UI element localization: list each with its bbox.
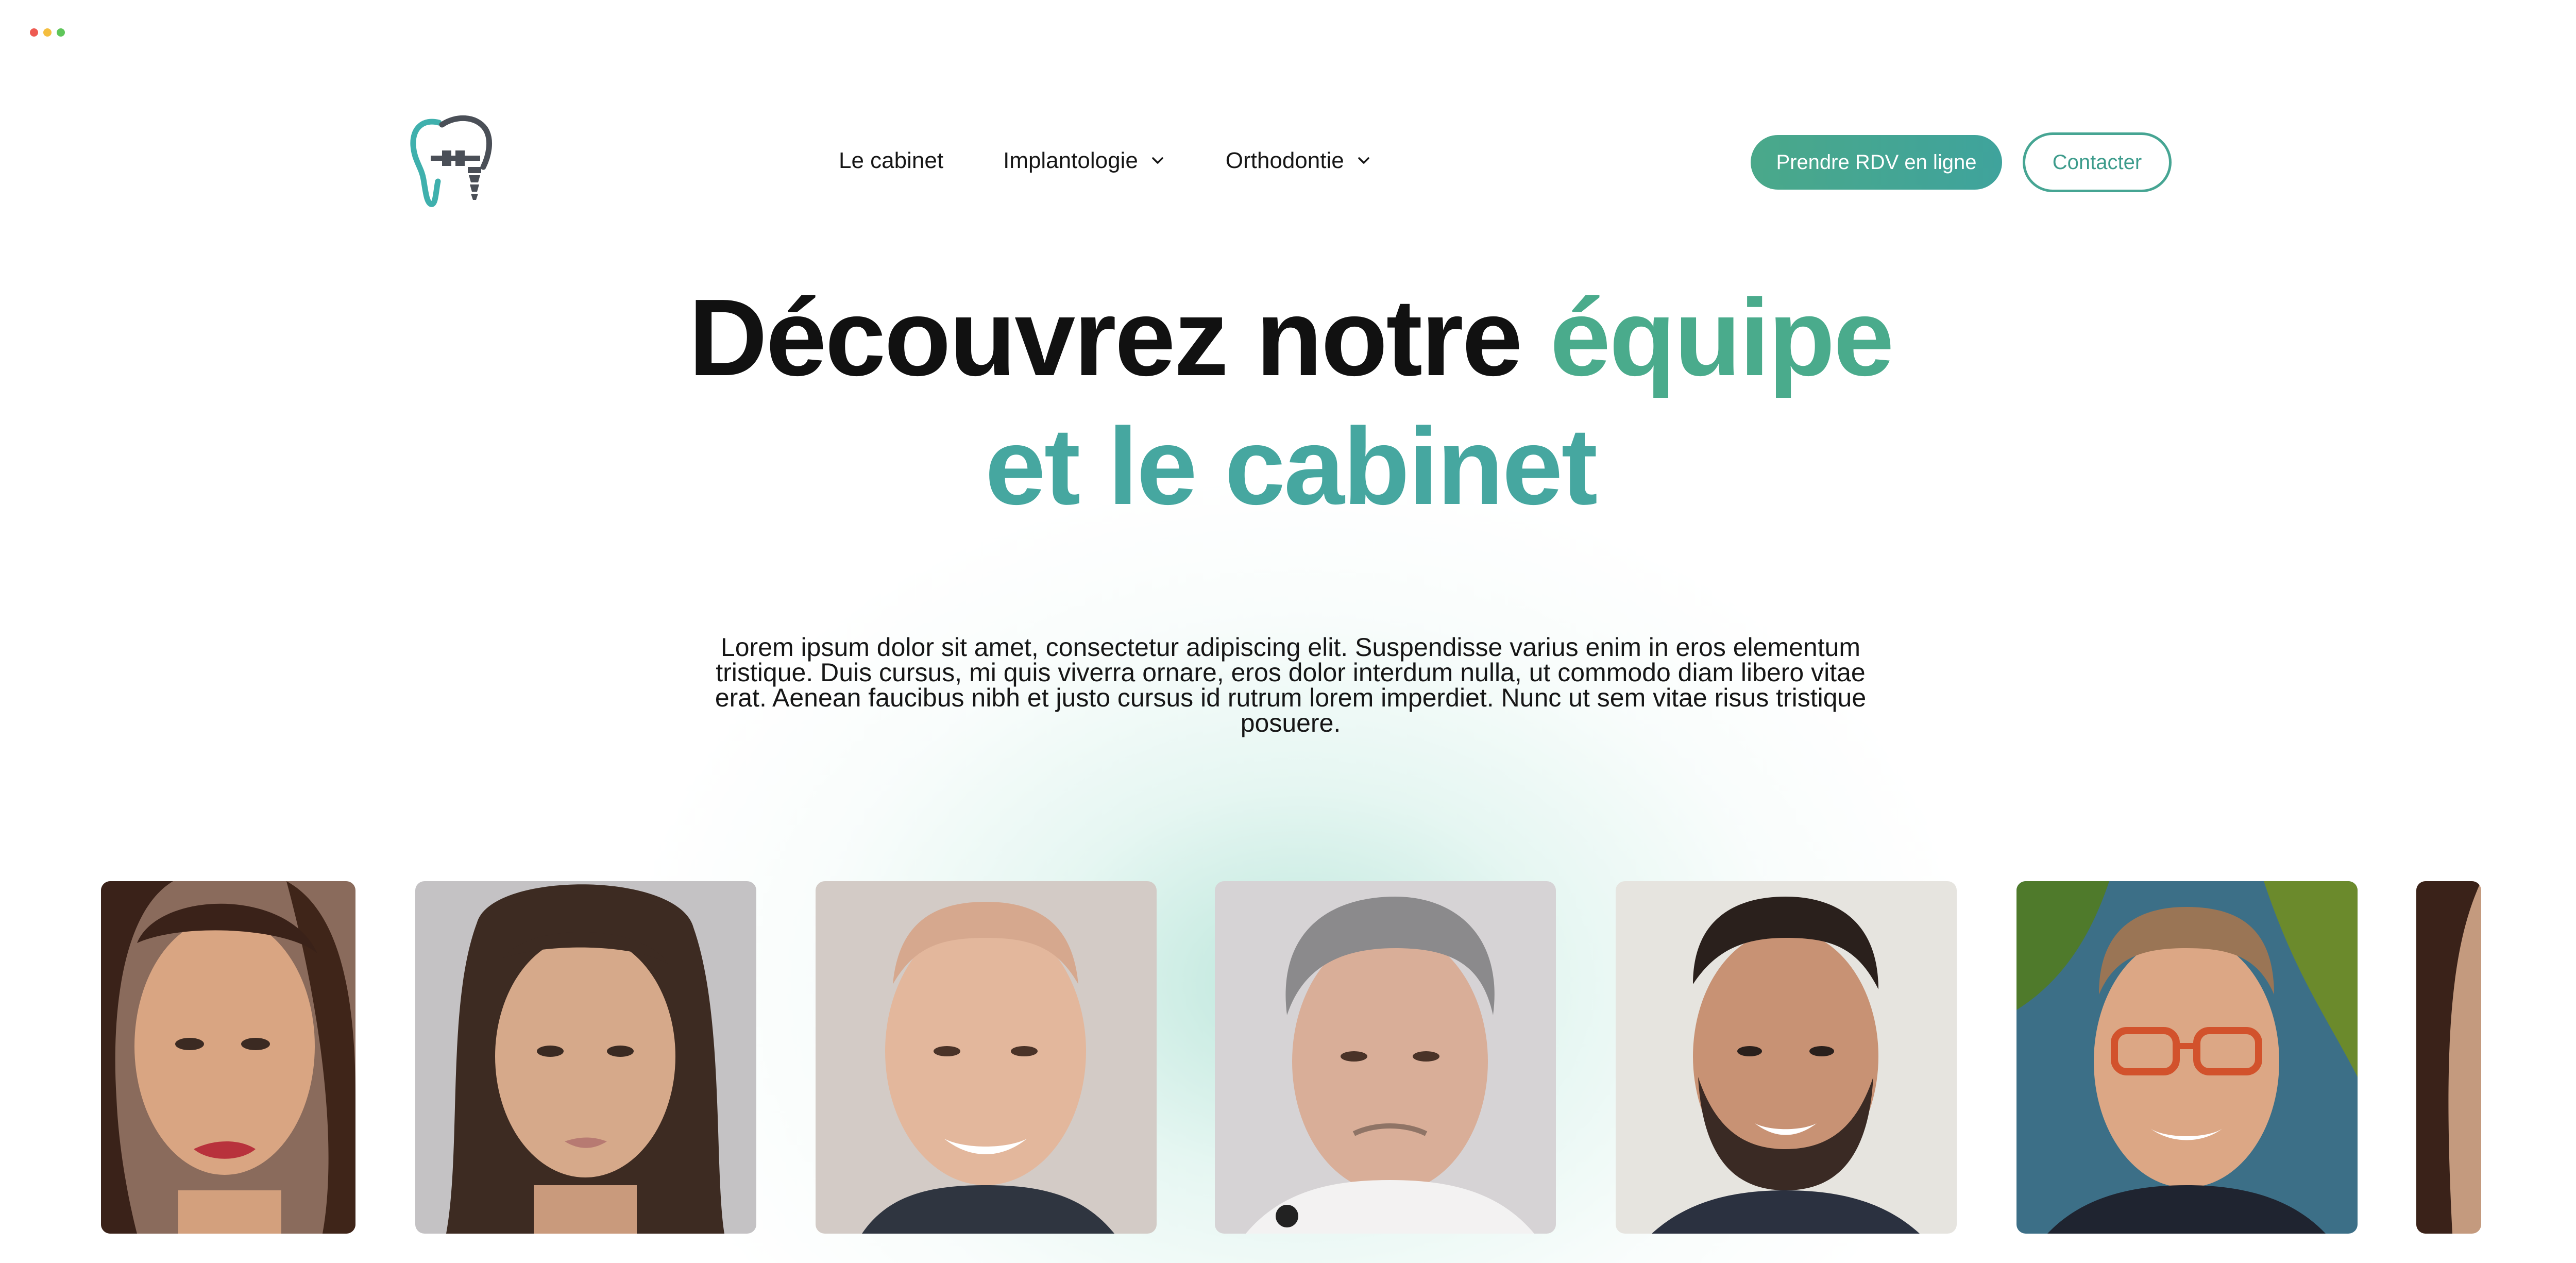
man-glasses-photo[interactable] [2016, 881, 2358, 1234]
minimize-dot[interactable] [43, 28, 52, 37]
team-carousel[interactable] [0, 881, 2576, 1234]
nav-item-orthodontie[interactable]: Orthodontie [1226, 148, 1372, 174]
maximize-dot[interactable] [57, 28, 65, 37]
book-appointment-button[interactable]: Prendre RDV en ligne [1751, 135, 2002, 190]
nav-item-label: Orthodontie [1225, 148, 1344, 173]
man-gray-hair-photo[interactable] [1215, 881, 1556, 1234]
page-title: Découvrez notre équipe et le cabinet [0, 273, 2576, 531]
man-beard-photo[interactable] [1616, 881, 1957, 1234]
title-part-dark: Découvrez notre [688, 276, 1550, 398]
window-controls [30, 28, 65, 37]
intro-paragraph: Lorem ipsum dolor sit amet, consectetur … [715, 633, 1867, 737]
nav-item-le-cabinet[interactable]: Le cabinet [839, 148, 943, 174]
woman-curly-hair-photo[interactable] [415, 881, 756, 1234]
tooth-implant-logo-icon[interactable] [408, 113, 496, 211]
nav-item-label: Implantologie [1003, 148, 1138, 173]
woman-smiling-photo[interactable] [101, 881, 355, 1234]
chevron-down-icon [1152, 157, 1163, 164]
nav-item-label: Le cabinet [839, 148, 944, 173]
main-nav: Le cabinet Implantologie Orthodontie [839, 143, 1372, 178]
contact-button[interactable]: Contacter [2023, 132, 2172, 192]
close-dot[interactable] [30, 28, 38, 37]
title-highlight-cabinet: et le cabinet [985, 405, 1598, 527]
woman-partial-photo[interactable] [2416, 881, 2481, 1234]
title-highlight-equipe: équipe [1550, 276, 1894, 398]
man-bald-photo[interactable] [816, 881, 1157, 1234]
chevron-down-icon [1358, 157, 1369, 164]
nav-item-implantologie[interactable]: Implantologie [1003, 148, 1166, 174]
